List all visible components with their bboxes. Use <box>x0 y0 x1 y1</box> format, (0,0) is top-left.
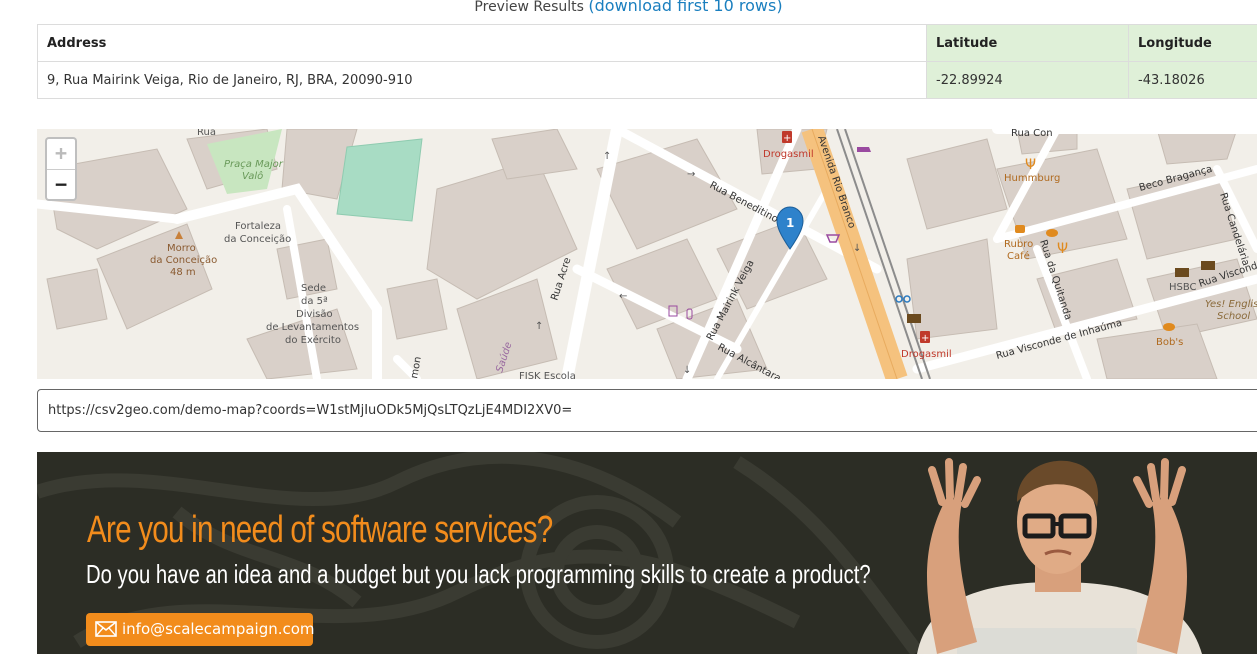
zoom-control: + − <box>45 137 77 201</box>
banner-subline: Do you have an idea and a budget but you… <box>86 559 871 589</box>
svg-text:+: + <box>783 133 791 144</box>
svg-text:↑: ↑ <box>535 321 543 332</box>
map-view[interactable]: Rua Praça Major Valô Fortaleza da Concei… <box>37 129 1257 379</box>
table-row: 9, Rua Mairink Veiga, Rio de Janeiro, RJ… <box>37 61 1257 99</box>
email-button[interactable]: info@scalecampaign.com <box>86 613 315 646</box>
map-label: Drogasmil <box>763 149 814 160</box>
svg-text:+: + <box>921 333 929 344</box>
software-services-banner[interactable]: Are you in need of software services? Do… <box>37 452 1257 654</box>
map-label: do Exército <box>285 334 341 346</box>
map-label: Café <box>1007 250 1030 262</box>
map-label: mon <box>409 356 424 379</box>
cell-latitude: -22.89924 <box>926 61 1129 99</box>
map-label: Bob's <box>1156 337 1183 348</box>
svg-text:←: ← <box>619 291 627 302</box>
map-label: 48 m <box>170 267 196 278</box>
map-label: Valô <box>242 170 263 182</box>
header-address: Address <box>37 24 927 62</box>
envelope-icon <box>95 621 117 637</box>
header-latitude: Latitude <box>926 24 1129 62</box>
map-label: Divisão <box>296 309 333 320</box>
zoom-in-button[interactable]: + <box>47 139 75 170</box>
map-label: Praça Major <box>224 159 284 170</box>
svg-text:↓: ↓ <box>853 243 861 254</box>
map-label: Drogasmil <box>901 349 952 360</box>
map-label: Rua <box>197 129 216 138</box>
zoom-out-button[interactable]: − <box>47 170 75 200</box>
map-label: da Conceição <box>224 234 291 245</box>
map-label: Yes! English <box>1205 299 1257 310</box>
table-header-row: Address Latitude Longitude <box>37 24 1257 62</box>
stressed-man-illustration <box>917 458 1202 654</box>
cell-longitude: -43.18026 <box>1128 61 1257 99</box>
cell-address: 9, Rua Mairink Veiga, Rio de Janeiro, RJ… <box>37 61 927 99</box>
map-label: da Conceição <box>150 255 217 266</box>
svg-text:↓: ↓ <box>683 365 691 376</box>
map-label: Fortaleza <box>235 221 281 232</box>
svg-text:Ψ: Ψ <box>1057 241 1068 257</box>
cafe-icon <box>1015 225 1025 233</box>
preview-results-label: Preview Results <box>474 0 584 15</box>
paren-close: ) <box>776 0 783 15</box>
pharmacy-icon: + <box>782 131 792 144</box>
email-address: info@scalecampaign.com <box>122 620 315 638</box>
map-label: da 5ª <box>301 296 328 307</box>
map-tiles: Rua Praça Major Valô Fortaleza da Concei… <box>37 129 1257 379</box>
header-longitude: Longitude <box>1128 24 1257 62</box>
map-label: Sede <box>301 283 326 294</box>
map-label: Hummburg <box>1004 173 1060 184</box>
svg-text:Ψ: Ψ <box>1025 157 1036 173</box>
map-label: School <box>1217 311 1250 322</box>
shoe-shop-icon <box>857 147 871 152</box>
marker-label: 1 <box>786 216 794 230</box>
svg-text:→: → <box>687 169 695 180</box>
pharmacy-icon: + <box>920 331 930 344</box>
map-label: Rua Acre <box>549 256 573 302</box>
map-url-field[interactable] <box>37 389 1257 432</box>
map-label: de Levantamentos <box>266 322 359 333</box>
svg-text:↑: ↑ <box>603 151 611 162</box>
map-label: Rubro <box>1004 239 1033 250</box>
preview-results-line: Preview Results (download first 10 rows) <box>0 0 1257 17</box>
map-label: FISK Escola <box>519 371 576 379</box>
map-label: Morro <box>167 243 196 254</box>
map-label: Rua Con <box>1011 129 1053 139</box>
banner-headline: Are you in need of software services? <box>87 509 553 551</box>
map-label: HSBC <box>1169 282 1197 293</box>
results-table: Address Latitude Longitude 9, Rua Mairin… <box>37 24 1257 99</box>
download-link[interactable]: download first 10 rows <box>595 0 777 15</box>
